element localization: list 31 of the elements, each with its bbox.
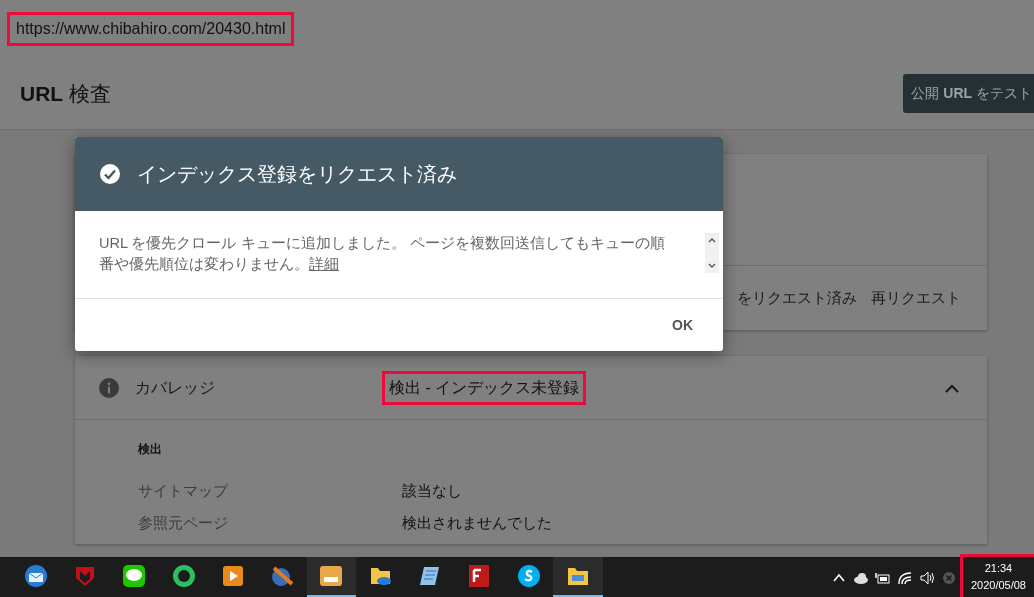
- field-label: 参照元ページ: [138, 513, 229, 533]
- page-title: URL 検査: [20, 80, 111, 107]
- play-icon[interactable]: [220, 564, 245, 588]
- request-again-link[interactable]: 再リクエスト: [871, 286, 961, 310]
- info-icon: [99, 377, 119, 398]
- clock-time[interactable]: 21:34: [970, 559, 1026, 577]
- field-value: 検出されませんでした: [402, 513, 552, 533]
- wifi-icon[interactable]: [896, 569, 913, 586]
- url-text: https://www.chibahiro.com/20430.html: [10, 15, 292, 43]
- dialog-message: URL を優先クロール キューに追加しました。 ページを複数回送信してもキューの順番や優先順位は変わりません。詳細: [99, 234, 666, 274]
- ftp-icon[interactable]: [467, 564, 492, 588]
- dialog-title: インデックス登録をリクエスト済み: [137, 162, 457, 186]
- collapse-icon[interactable]: [945, 383, 959, 393]
- speech-bubble-icon[interactable]: [122, 564, 147, 588]
- check-icon: [99, 163, 121, 185]
- details-link[interactable]: 詳細: [309, 256, 339, 272]
- phone-call-icon[interactable]: [516, 564, 541, 588]
- test-url-button[interactable]: 公開 URL をテスト: [903, 74, 1034, 113]
- notepad-icon[interactable]: [418, 564, 442, 588]
- status-text: をリクエスト済み: [737, 287, 857, 308]
- clock-date[interactable]: 2020/05/08: [970, 577, 1026, 595]
- film-reel-icon[interactable]: [270, 564, 295, 588]
- field-label: サイトマップ: [138, 481, 230, 501]
- ok-button[interactable]: OK: [662, 308, 703, 342]
- field-value: 該当なし: [402, 481, 462, 501]
- speaker-icon[interactable]: [918, 569, 935, 586]
- coverage-value: 検出 - インデックス未登録: [385, 373, 584, 402]
- coverage-label: カバレッジ: [135, 377, 216, 398]
- envelope-icon[interactable]: [23, 564, 48, 588]
- section-heading: 検出: [138, 441, 163, 458]
- scrollbar[interactable]: [705, 233, 719, 273]
